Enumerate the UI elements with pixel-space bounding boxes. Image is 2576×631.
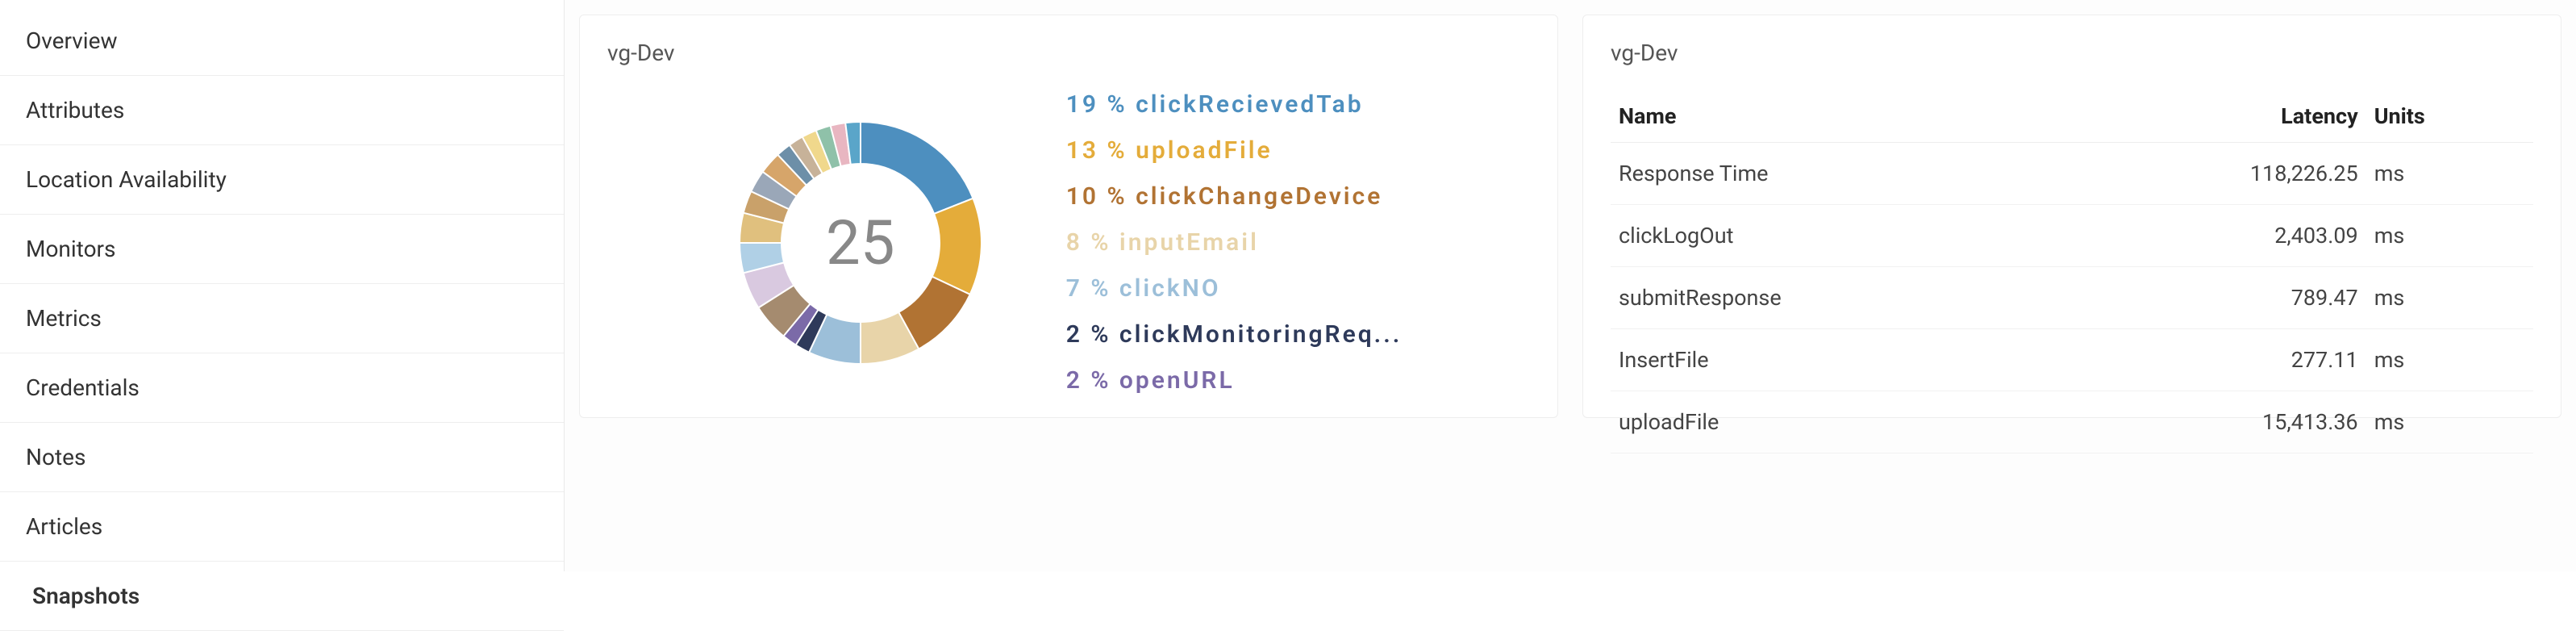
legend-item[interactable]: 8 % inputEmail	[1066, 228, 1403, 257]
donut-body: 25 19 % clickRecievedTab13 % uploadFile1…	[607, 90, 1530, 419]
sidebar-item-overview[interactable]: Overview	[0, 6, 564, 76]
sidebar-item-snapshots[interactable]: Snapshots	[0, 562, 564, 631]
legend-item[interactable]: 2 % openURL	[1066, 366, 1403, 395]
sidebar-item-attributes[interactable]: Attributes	[0, 76, 564, 145]
table-row[interactable]: clickLogOut2,403.09ms	[1611, 205, 2533, 267]
cell-latency: 789.47	[2057, 267, 2366, 329]
cell-units: ms	[2366, 205, 2533, 267]
legend-item[interactable]: 2 % clickMonitoringReq...	[1066, 320, 1403, 349]
legend-item[interactable]: 10 % clickChangeDevice	[1066, 182, 1403, 211]
table-row[interactable]: submitResponse789.47ms	[1611, 267, 2533, 329]
donut-card: vg-Dev 25 19 % clickRecievedTab 13 % uplo…	[579, 15, 1558, 418]
cell-units: ms	[2366, 143, 2533, 205]
sidebar-item-credentials[interactable]: Credentials	[0, 353, 564, 423]
cell-name: clickLogOut	[1611, 205, 2057, 267]
cell-units: ms	[2366, 329, 2533, 391]
main-content: vg-Dev 25 19 % clickRecievedTab 13 % uplo…	[565, 0, 2576, 571]
sidebar-nav: OverviewAttributesLocation AvailabilityM…	[0, 0, 565, 571]
table-row[interactable]: uploadFile15,413.36ms	[1611, 391, 2533, 453]
cell-name: InsertFile	[1611, 329, 2057, 391]
col-name[interactable]: Name	[1611, 90, 2057, 143]
cell-latency: 2,403.09	[2057, 205, 2366, 267]
cell-units: ms	[2366, 391, 2533, 453]
cell-latency: 277.11	[2057, 329, 2366, 391]
col-units[interactable]: Units	[2366, 90, 2533, 143]
legend-item[interactable]: 19 % clickRecievedTab	[1066, 90, 1403, 119]
legend-item[interactable]: 7 % clickNO	[1066, 274, 1403, 303]
donut-card-title: vg-Dev	[607, 40, 1530, 66]
sidebar-item-monitors[interactable]: Monitors	[0, 215, 564, 284]
sidebar-item-location-availability[interactable]: Location Availability	[0, 145, 564, 215]
table-row[interactable]: Response Time118,226.25ms	[1611, 143, 2533, 205]
latency-table-card: vg-Dev Name Latency Units Response Time1…	[1582, 15, 2561, 418]
cell-name: submitResponse	[1611, 267, 2057, 329]
donut-center-value: 25	[736, 118, 986, 368]
cell-name: Response Time	[1611, 143, 2057, 205]
table-row[interactable]: InsertFile277.11ms	[1611, 329, 2533, 391]
sidebar-item-notes[interactable]: Notes	[0, 423, 564, 492]
donut-chart[interactable]: 25	[736, 118, 986, 368]
table-card-title: vg-Dev	[1611, 40, 2533, 66]
sidebar-item-metrics[interactable]: Metrics	[0, 284, 564, 353]
sidebar-item-articles[interactable]: Articles	[0, 492, 564, 562]
col-latency[interactable]: Latency	[2057, 90, 2366, 143]
cell-latency: 118,226.25	[2057, 143, 2366, 205]
legend-item[interactable]: 13 % uploadFile	[1066, 136, 1403, 165]
donut-legend: 19 % clickRecievedTab 13 % uploadFile 10 %…	[1066, 90, 1403, 395]
cell-name: uploadFile	[1611, 391, 2057, 453]
cell-latency: 15,413.36	[2057, 391, 2366, 453]
latency-table: Name Latency Units Response Time118,226.…	[1611, 90, 2533, 453]
cell-units: ms	[2366, 267, 2533, 329]
